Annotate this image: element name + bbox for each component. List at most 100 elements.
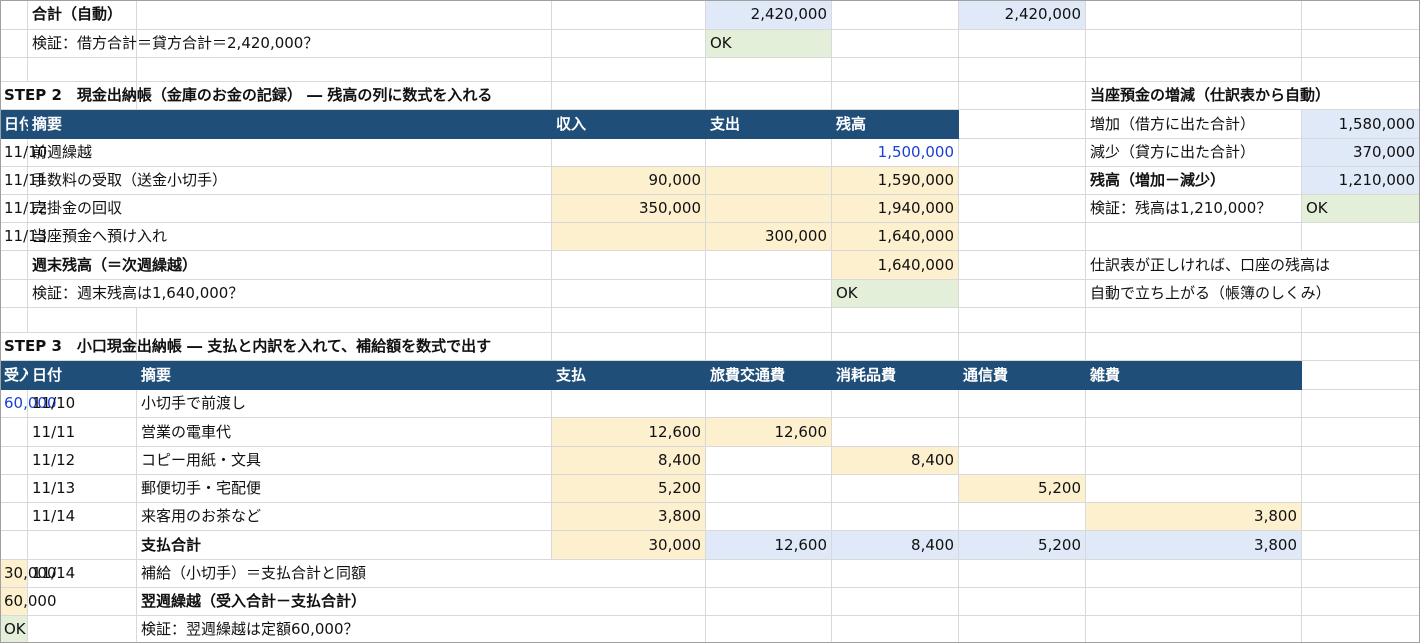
empty-cell[interactable] [832,0,959,30]
cash-balance[interactable]: 1,940,000 [832,195,959,223]
step3-header-0[interactable]: 受入 [0,361,34,390]
empty-cell[interactable] [706,560,832,588]
empty-cell[interactable] [0,531,28,560]
empty-cell[interactable] [832,82,959,110]
petty-amount[interactable]: 5,200 [552,475,706,503]
deposit-balance-value[interactable]: 1,210,000 [1302,167,1420,195]
petty-amount[interactable] [706,503,832,531]
cash-date[interactable]: 11/10 [0,139,47,167]
step3-header-3[interactable]: 支払 [552,361,706,390]
payment-total-3[interactable]: 5,200 [959,531,1086,560]
empty-cell[interactable] [552,30,706,58]
petty-date[interactable]: 11/10 [28,390,137,418]
petty-amount[interactable] [706,390,832,418]
empty-cell[interactable] [959,251,1086,280]
empty-cell[interactable] [832,308,959,333]
empty-cell[interactable] [706,251,832,280]
deposit-check-result[interactable]: OK [1302,195,1420,223]
step2-header-3[interactable]: 支出 [706,110,832,139]
empty-cell[interactable] [959,588,1086,616]
empty-cell[interactable] [137,58,552,82]
cash-description[interactable]: 前週繰越 [28,139,552,167]
petty-amount[interactable] [706,447,832,475]
petty-received[interactable]: 60,000 [0,390,57,418]
petty-description[interactable]: 小切手で前渡し [137,390,552,418]
empty-cell[interactable] [959,30,1086,58]
empty-cell[interactable] [1302,531,1420,560]
empty-cell[interactable] [0,280,28,308]
cash-income[interactable]: 350,000 [552,195,706,223]
step3-title[interactable]: STEP 3 小口現金出納帳 ― 支払と内訳を入れて、補給額を数式で出す [0,333,491,361]
step2-check-label[interactable]: 検証：週末残高は1,640,000？ [28,280,552,308]
empty-cell[interactable] [1302,588,1420,616]
petty-amount[interactable] [1086,475,1302,503]
petty-received[interactable] [0,447,28,475]
petty-amount[interactable]: 3,800 [552,503,706,531]
empty-cell[interactable] [0,251,28,280]
empty-cell[interactable] [832,30,959,58]
cash-date[interactable]: 11/13 [0,223,47,251]
empty-cell[interactable] [959,110,1086,139]
empty-cell[interactable] [552,251,706,280]
cash-income[interactable] [552,223,706,251]
empty-cell[interactable] [1302,0,1420,30]
step3-header-4[interactable]: 旅費交通費 [706,361,832,390]
empty-cell[interactable] [1086,588,1302,616]
petty-description[interactable]: 営業の電車代 [137,418,552,447]
payment-total-label[interactable]: 支払合計 [137,531,552,560]
empty-cell[interactable] [1086,58,1302,82]
petty-received[interactable] [0,475,28,503]
empty-cell[interactable] [1086,560,1302,588]
decrease-label[interactable]: 減少（貸方に出た合計） [1086,139,1302,167]
petty-description[interactable]: コピー用紙・文具 [137,447,552,475]
deposit-balance-label[interactable]: 残高（増加－減少） [1086,167,1302,195]
empty-cell[interactable] [1086,223,1302,251]
empty-cell[interactable] [1302,58,1420,82]
credit-total-cell[interactable]: 2,420,000 [959,0,1086,30]
empty-cell[interactable] [959,58,1086,82]
step3-header-1[interactable]: 日付 [28,361,137,390]
petty-date[interactable]: 11/11 [28,418,137,447]
petty-amount[interactable] [1086,447,1302,475]
week-end-label[interactable]: 週末残高（＝次週繰越） [28,251,552,280]
empty-cell[interactable] [0,308,28,333]
empty-cell[interactable] [706,588,832,616]
empty-cell[interactable] [1302,333,1420,361]
empty-cell[interactable] [28,58,137,82]
petty-amount[interactable] [959,503,1086,531]
step2-header-4[interactable]: 残高 [832,110,959,139]
petty-amount[interactable] [706,475,832,503]
empty-cell[interactable] [1302,361,1420,390]
top-check-result[interactable]: OK [706,30,832,58]
empty-cell[interactable] [137,0,552,30]
empty-cell[interactable] [28,616,137,643]
cash-description[interactable]: 売掛金の回収 [28,195,552,223]
total-label[interactable]: 合計（自動） [28,0,137,30]
empty-cell[interactable] [706,82,832,110]
petty-amount[interactable] [832,390,959,418]
empty-cell[interactable] [552,280,706,308]
empty-cell[interactable] [832,616,959,643]
deposit-check-label[interactable]: 検証：残高は1,210,000？ [1086,195,1302,223]
petty-date[interactable]: 11/12 [28,447,137,475]
petty-amount[interactable] [1086,418,1302,447]
empty-cell[interactable] [1086,333,1302,361]
step3-header-7[interactable]: 雑費 [1086,361,1302,390]
empty-cell[interactable] [0,30,28,58]
empty-cell[interactable] [1302,223,1420,251]
payment-total-4[interactable]: 3,800 [1086,531,1302,560]
cash-expense[interactable] [706,195,832,223]
empty-cell[interactable] [832,588,959,616]
empty-cell[interactable] [1302,447,1420,475]
empty-cell[interactable] [1302,390,1420,418]
deposit-title[interactable]: 当座預金の増減（仕訳表から自動） [1086,82,1330,110]
deposit-note-1[interactable]: 仕訳表が正しければ、口座の残高は [1086,251,1420,280]
empty-cell[interactable] [1086,0,1302,30]
step3-header-6[interactable]: 通信費 [959,361,1086,390]
empty-cell[interactable] [706,333,832,361]
cash-balance[interactable]: 1,590,000 [832,167,959,195]
empty-cell[interactable] [1302,616,1420,643]
cash-balance[interactable]: 1,640,000 [832,223,959,251]
petty-amount[interactable] [959,418,1086,447]
empty-cell[interactable] [959,560,1086,588]
